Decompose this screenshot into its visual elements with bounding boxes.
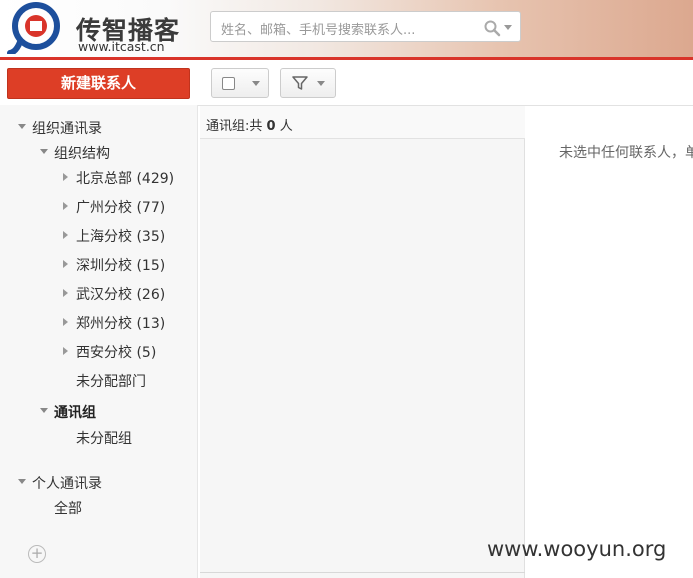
chevron-down-icon [317,81,325,86]
branch-name: 西安分校 [76,345,132,361]
expand-icon[interactable] [63,231,68,239]
search-icon[interactable] [483,19,501,37]
tree-personal[interactable]: 个人通讯录 [32,473,102,493]
list-summary-suffix: 人 [279,119,293,134]
branch-name: 郑州分校 [76,316,132,332]
new-contact-button[interactable]: 新建联系人 [7,68,190,99]
branch-name: 武汉分校 [76,287,132,303]
empty-message: 未选中任何联系人，单 [559,145,693,161]
toolbar [198,62,693,106]
collapse-icon[interactable] [40,149,48,154]
branch-count: (13) [136,316,166,332]
branch-name: 广州分校 [76,200,132,216]
search-dropdown-icon[interactable] [504,25,512,30]
add-group-icon[interactable]: + [28,545,46,563]
expand-icon[interactable] [63,173,68,181]
expand-icon[interactable] [63,289,68,297]
branch-count: (429) [136,171,175,187]
list-summary: 通讯组:共 0 人 [200,106,525,139]
search-box[interactable]: 姓名、邮箱、手机号搜索联系人... [210,11,521,42]
app-header: 传智播客 www.itcast.cn 姓名、邮箱、手机号搜索联系人... [0,0,693,60]
tree-org-root[interactable]: 组织通讯录 [32,118,102,138]
watermark: www.wooyun.org [487,537,667,561]
tree-branch[interactable]: 西安分校 (5) [76,342,156,362]
list-summary-prefix: 通讯组:共 [206,119,263,134]
tree-branch[interactable]: 上海分校 (35) [76,226,165,246]
branch-count: (35) [136,229,166,245]
tree-branch[interactable]: 广州分校 (77) [76,197,165,217]
tree-groups[interactable]: 通讯组 [54,402,96,422]
detail-pane: 未选中任何联系人，单 [526,106,693,578]
expand-icon[interactable] [63,318,68,326]
tree-unassigned-dept[interactable]: 未分配部门 [76,371,146,391]
list-count: 0 [266,119,276,134]
list-footer [200,572,525,578]
branch-count: (15) [136,258,166,274]
tree-unassigned-group[interactable]: 未分配组 [76,428,132,448]
tree-org-structure[interactable]: 组织结构 [54,143,110,163]
collapse-icon[interactable] [18,479,26,484]
branch-count: (5) [136,345,157,361]
select-all-dropdown[interactable] [211,68,269,98]
search-input[interactable]: 姓名、邮箱、手机号搜索联系人... [221,19,415,38]
expand-icon[interactable] [63,260,68,268]
branch-count: (26) [136,287,166,303]
branch-name: 上海分校 [76,229,132,245]
filter-icon [292,76,308,90]
expand-icon[interactable] [63,347,68,355]
tree-branch[interactable]: 武汉分校 (26) [76,284,165,304]
tree-all[interactable]: 全部 [54,498,82,518]
expand-icon[interactable] [63,202,68,210]
tree-branch[interactable]: 北京总部 (429) [76,168,174,188]
branch-count: (77) [136,200,166,216]
filter-dropdown[interactable] [280,68,336,98]
tree-branch[interactable]: 深圳分校 (15) [76,255,165,275]
brand-url: www.itcast.cn [78,39,165,54]
branch-name: 深圳分校 [76,258,132,274]
contact-list: 通讯组:共 0 人 [200,106,525,578]
itcast-logo-icon[interactable] [6,2,66,54]
checkbox-icon[interactable] [222,77,235,90]
chevron-down-icon [252,81,260,86]
collapse-icon[interactable] [40,408,48,413]
tree-branch[interactable]: 郑州分校 (13) [76,313,165,333]
branch-name: 北京总部 [76,171,132,187]
collapse-icon[interactable] [18,124,26,129]
